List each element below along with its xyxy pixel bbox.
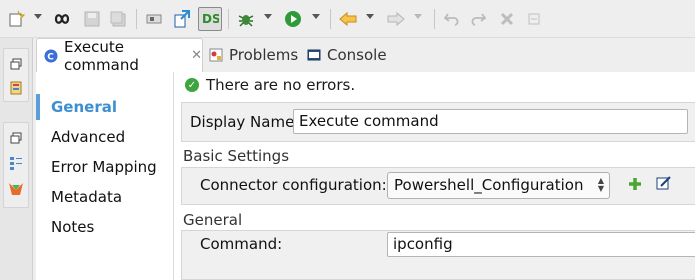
add-icon[interactable] <box>627 176 643 192</box>
nav-item-error-mapping[interactable]: Error Mapping <box>51 158 157 176</box>
infinity-icon[interactable] <box>52 9 72 29</box>
debug-icon[interactable] <box>236 9 256 29</box>
validation-status: ✓ There are no errors. <box>185 76 355 94</box>
nav-selection-indicator <box>36 94 40 120</box>
properties-editor: General Advanced Error Mapping Metadata … <box>36 72 695 280</box>
tab-console[interactable]: Console <box>307 38 387 72</box>
mule-logo-icon[interactable] <box>4 179 28 199</box>
tab-label: Console <box>327 46 387 64</box>
svg-text:C: C <box>47 52 54 62</box>
basic-settings-title: Basic Settings <box>183 147 290 165</box>
trim-stack-2 <box>3 122 29 208</box>
display-name-label: Display Name: <box>190 113 300 131</box>
connector-config-label: Connector configuration: <box>200 176 387 194</box>
forward-icon[interactable] <box>386 9 406 29</box>
basic-settings-panel: Connector configuration: Powershell_Conf… <box>181 167 695 205</box>
general-group-title: General <box>183 211 243 229</box>
close-icon[interactable]: ✕ <box>191 48 202 63</box>
toolbar-separator <box>434 9 435 29</box>
editor-tab-bar: C Execute command ✕ Problems Console <box>33 37 695 74</box>
tab-label: Execute command <box>64 37 139 74</box>
ds-perspective-icon[interactable]: DS <box>198 7 222 31</box>
minimize-icon[interactable] <box>524 9 544 29</box>
section-nav: General Advanced Error Mapping Metadata … <box>36 72 173 280</box>
status-text: There are no errors. <box>206 76 356 94</box>
spinner-arrows-icon: ▲ ▼ <box>597 176 604 193</box>
stop-icon[interactable] <box>497 9 517 29</box>
problems-icon <box>209 48 223 62</box>
run-icon[interactable] <box>283 9 303 29</box>
forward-dropdown-icon[interactable] <box>414 14 422 19</box>
edit-icon[interactable] <box>656 175 672 191</box>
check-icon: ✓ <box>185 78 199 92</box>
connector-config-select[interactable]: Powershell_Configuration ▲ ▼ <box>387 172 610 199</box>
component-icon: C <box>44 49 58 63</box>
display-name-panel: Display Name: Execute command <box>181 102 695 142</box>
console-icon <box>307 48 321 62</box>
nav-item-metadata[interactable]: Metadata <box>51 188 122 206</box>
redo-icon[interactable] <box>468 9 488 29</box>
display-name-input[interactable]: Execute command <box>293 109 688 134</box>
svg-text:DS: DS <box>202 12 219 26</box>
connector-config-value: Powershell_Configuration <box>394 176 584 194</box>
general-group-panel: Command: ipconfig <box>181 230 695 280</box>
left-trim-bar <box>0 38 33 280</box>
restore-icon[interactable] <box>4 128 28 148</box>
command-input[interactable]: ipconfig <box>387 232 695 257</box>
palette-icon[interactable] <box>4 78 28 98</box>
run-dropdown-icon[interactable] <box>312 14 320 19</box>
main-toolbar: DS <box>0 0 695 38</box>
new-dropdown-icon[interactable] <box>34 14 42 19</box>
new-icon[interactable] <box>6 9 26 29</box>
back-icon[interactable] <box>338 9 358 29</box>
save-all-icon[interactable] <box>108 9 128 29</box>
command-label: Command: <box>200 235 283 253</box>
ref-icon[interactable] <box>144 9 164 29</box>
debug-dropdown-icon[interactable] <box>264 14 272 19</box>
tab-execute-command[interactable]: C Execute command ✕ <box>36 37 203 74</box>
nav-item-general[interactable]: General <box>51 98 117 116</box>
nav-item-notes[interactable]: Notes <box>51 218 94 236</box>
trim-stack-1 <box>3 48 29 102</box>
toolbar-separator <box>136 9 137 29</box>
save-icon[interactable] <box>82 9 102 29</box>
back-dropdown-icon[interactable] <box>366 14 374 19</box>
toolbar-separator <box>330 9 331 29</box>
nav-divider <box>173 72 174 280</box>
general-content: ✓ There are no errors. Display Name: Exe… <box>181 72 695 280</box>
deploy-icon[interactable] <box>172 9 192 29</box>
toolbar-separator <box>228 9 229 29</box>
restore-icon[interactable] <box>4 54 28 74</box>
tab-problems[interactable]: Problems <box>209 38 298 72</box>
nav-item-advanced[interactable]: Advanced <box>51 128 125 146</box>
tab-label: Problems <box>229 46 299 64</box>
undo-icon[interactable] <box>442 9 462 29</box>
outline-icon[interactable] <box>4 153 28 173</box>
